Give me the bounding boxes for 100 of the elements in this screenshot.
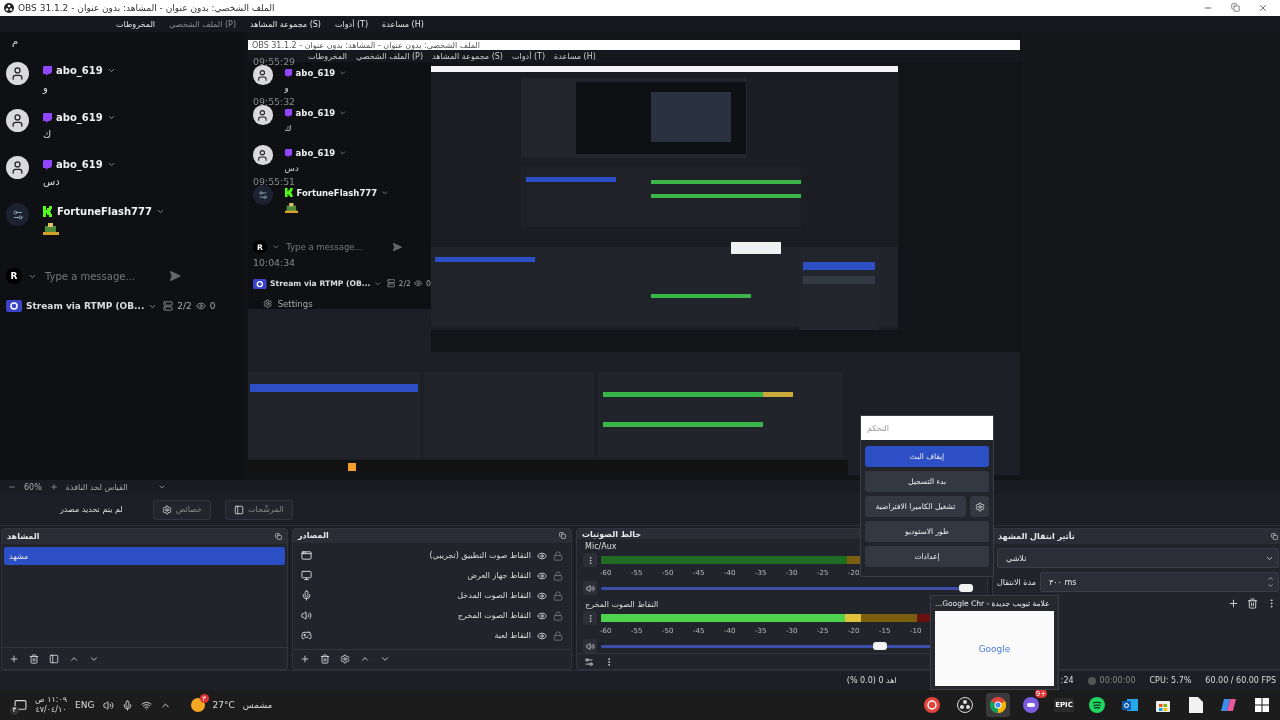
down-icon [1267, 582, 1274, 589]
restore-icon[interactable] [1231, 3, 1240, 12]
source-item[interactable]: التقاط جهاز العرض [467, 571, 531, 581]
account-badge[interactable]: R [253, 240, 267, 254]
slider-thumb[interactable] [873, 641, 887, 650]
eye-icon[interactable] [537, 630, 547, 641]
volume-slider[interactable] [601, 586, 973, 590]
message-input[interactable]: Type a message... [284, 241, 387, 254]
message-input[interactable]: Type a message... [43, 269, 163, 283]
source-item[interactable]: التقاط لعبة [494, 631, 531, 641]
chevron-icon[interactable] [338, 69, 347, 77]
lock-icon[interactable] [553, 630, 563, 641]
lock-icon[interactable] [553, 550, 563, 561]
send-icon[interactable] [391, 242, 402, 253]
game-app-icon [1023, 697, 1039, 713]
add-icon[interactable] [9, 653, 19, 664]
speaker-icon [585, 583, 595, 593]
temperature: 27°C [212, 700, 235, 710]
source-item[interactable]: التقاط صوت التطبيق (تجريبي) [429, 551, 531, 561]
speaker-icon[interactable] [102, 699, 114, 711]
eye-icon[interactable] [537, 570, 547, 581]
float-icon[interactable] [559, 532, 566, 540]
chat-username: abo_619 [56, 65, 103, 76]
account-badge[interactable]: R [6, 268, 22, 284]
eye-icon[interactable] [537, 610, 547, 621]
scene-item[interactable]: مشهد [4, 547, 285, 565]
chevron-icon[interactable] [156, 207, 165, 216]
filter-icon[interactable] [49, 653, 59, 664]
source-item[interactable]: التقاط الصوت المدخل [457, 591, 531, 601]
eye-icon[interactable] [537, 590, 547, 601]
zoom-level: 60% [24, 482, 42, 492]
network-icon[interactable] [140, 699, 152, 711]
chat-username: FortuneFlash777 [296, 187, 378, 198]
trash-icon[interactable] [29, 653, 39, 664]
speaker-icon [301, 610, 312, 622]
clock-date[interactable]: ٤٧/٠٤/١٠ [35, 705, 67, 715]
scale-dropdown[interactable]: القياس لحد النافذة [65, 482, 166, 492]
more-button[interactable] [583, 553, 597, 568]
stream-name[interactable]: Stream via RTMP (OB... [270, 279, 371, 289]
menu-item[interactable]: أدوات (T) [334, 19, 369, 29]
duration-field[interactable]: ٣٠٠ ms [1039, 572, 1279, 592]
timestamp: 09:55:32 [253, 96, 296, 107]
chevron-icon[interactable] [106, 113, 116, 122]
menu-item[interactable]: مجموعة المشاهد (S) [250, 19, 321, 29]
timestamp: 09:55:51 [253, 175, 296, 187]
speaker-button[interactable] [583, 581, 597, 596]
microphone-icon[interactable] [121, 699, 133, 711]
timestamp: 09:55:29 [253, 56, 296, 68]
settings-icon[interactable] [340, 654, 350, 665]
more-button[interactable] [583, 611, 597, 626]
close-icon[interactable] [1258, 3, 1268, 13]
float-icon[interactable] [1271, 533, 1278, 540]
taskbar-app[interactable] [986, 693, 1010, 717]
source-item[interactable]: التقاط الصوت المخرج [457, 611, 531, 621]
send-icon[interactable] [169, 270, 181, 282]
menu-item[interactable]: المخروطات [116, 19, 156, 29]
gear-button[interactable] [970, 496, 989, 517]
settings-link[interactable]: Settings [263, 299, 313, 309]
chevron-icon[interactable] [338, 109, 347, 117]
twitch-icon [284, 148, 293, 158]
cpu-usage: CPU: 5.7% [1149, 676, 1192, 685]
language-indicator[interactable]: ENG [75, 700, 95, 710]
advanced-settings-icon[interactable] [584, 656, 594, 667]
copilot-icon [1221, 697, 1237, 713]
trash-icon[interactable] [320, 654, 330, 665]
chevron-icon[interactable] [106, 66, 116, 75]
chevron-icon[interactable] [373, 279, 382, 288]
panel-title: تأثير انتقال المشهد [998, 532, 1075, 541]
lock-icon[interactable] [553, 590, 563, 601]
speaker-button[interactable] [583, 639, 597, 654]
float-icon[interactable] [275, 533, 282, 540]
app-window-icon [301, 550, 312, 562]
record-dot-icon [1087, 676, 1096, 685]
caret-icon [157, 483, 166, 491]
properties-button[interactable]: خصائص [152, 499, 211, 520]
lock-icon[interactable] [553, 610, 563, 621]
add-icon[interactable] [1228, 598, 1239, 609]
chevron-icon[interactable] [338, 149, 347, 157]
avatar-icon [6, 62, 29, 85]
chat-message: دس [284, 162, 299, 173]
chrome-icon [990, 697, 1006, 713]
chevron-icon[interactable] [106, 160, 116, 169]
filters-button[interactable]: المرشّحات [225, 499, 293, 520]
transition-dropdown[interactable]: تلاشي [997, 548, 1279, 568]
trash-icon[interactable] [1247, 598, 1258, 609]
chat-message: م [11, 36, 19, 49]
file-icon [1189, 697, 1203, 713]
chat-message: ك [284, 122, 292, 133]
eye-icon[interactable] [537, 550, 547, 561]
lock-icon[interactable] [553, 570, 563, 581]
spotify-icon [1089, 697, 1105, 713]
panel-title: خالط الصوتيات [582, 529, 642, 539]
chevron-icon[interactable] [380, 188, 389, 197]
robot-avatar-icon [253, 185, 273, 205]
stream-name[interactable]: Stream via RTMP (OB... [26, 301, 145, 311]
slider-thumb[interactable] [958, 583, 973, 592]
clock-time[interactable]: ١١:٠٩ ص [35, 695, 68, 705]
zoom-in-icon[interactable] [49, 483, 58, 491]
add-icon[interactable] [300, 654, 310, 665]
menu-item[interactable]: مساعدة (H) [382, 19, 424, 29]
